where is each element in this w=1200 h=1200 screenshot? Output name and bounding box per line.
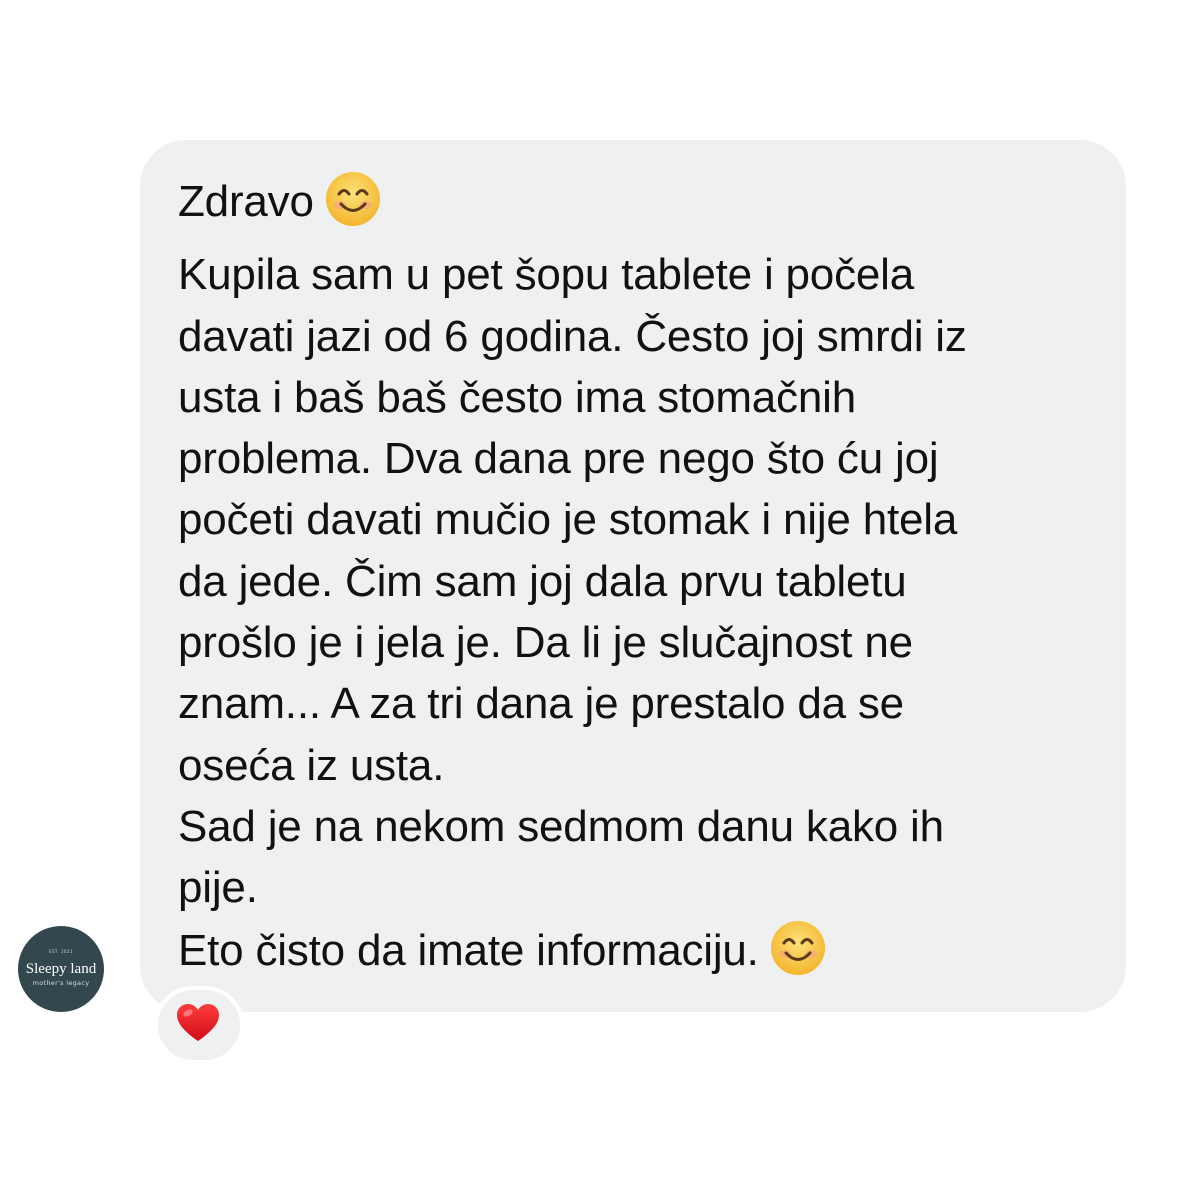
message-line: oseća iz usta. xyxy=(178,740,445,790)
message-line: Sad je na nekom sedmom danu kako ih xyxy=(178,801,944,851)
message-text: Zdravo xyxy=(178,177,314,226)
avatar[interactable]: EST. 2021 Sleepy land mother's legacy xyxy=(18,926,104,1012)
red-heart-icon xyxy=(176,1003,220,1048)
smiling-face-icon xyxy=(324,170,382,244)
message-line: da jede. Čim sam joj dala prvu tabletu xyxy=(178,556,907,606)
heart-reaction[interactable] xyxy=(154,986,244,1064)
avatar-tagline: mother's legacy xyxy=(32,979,90,987)
avatar-brand-name: Sleepy land xyxy=(25,961,97,977)
message-line: Zdravo xyxy=(178,170,1106,244)
message-line: usta i baš baš često ima stomačnih xyxy=(178,372,856,422)
message-line: davati jazi od 6 godina. Često joj smrdi… xyxy=(178,311,967,361)
message-line: Eto čisto da imate informaciju. xyxy=(178,919,1106,993)
message-line: početi davati mučio je stomak i nije hte… xyxy=(178,495,958,545)
message-line: Kupila sam u pet šopu tablete i počela xyxy=(178,250,914,300)
message-line: znam... A za tri dana je prestalo da se xyxy=(178,679,904,729)
smiling-face-icon xyxy=(769,919,827,993)
message-text: Eto čisto da imate informaciju. xyxy=(178,925,759,975)
message-bubble[interactable]: Zdravo Kupila sam u pet šopu tablete i p… xyxy=(140,140,1126,1012)
message-line: problema. Dva dana pre nego što ću joj xyxy=(178,434,939,484)
message-line: prošlo je i jela je. Da li je slučajnost… xyxy=(178,618,913,668)
avatar-est-text: EST. 2021 xyxy=(48,949,74,954)
message-line: pije. xyxy=(178,863,258,913)
